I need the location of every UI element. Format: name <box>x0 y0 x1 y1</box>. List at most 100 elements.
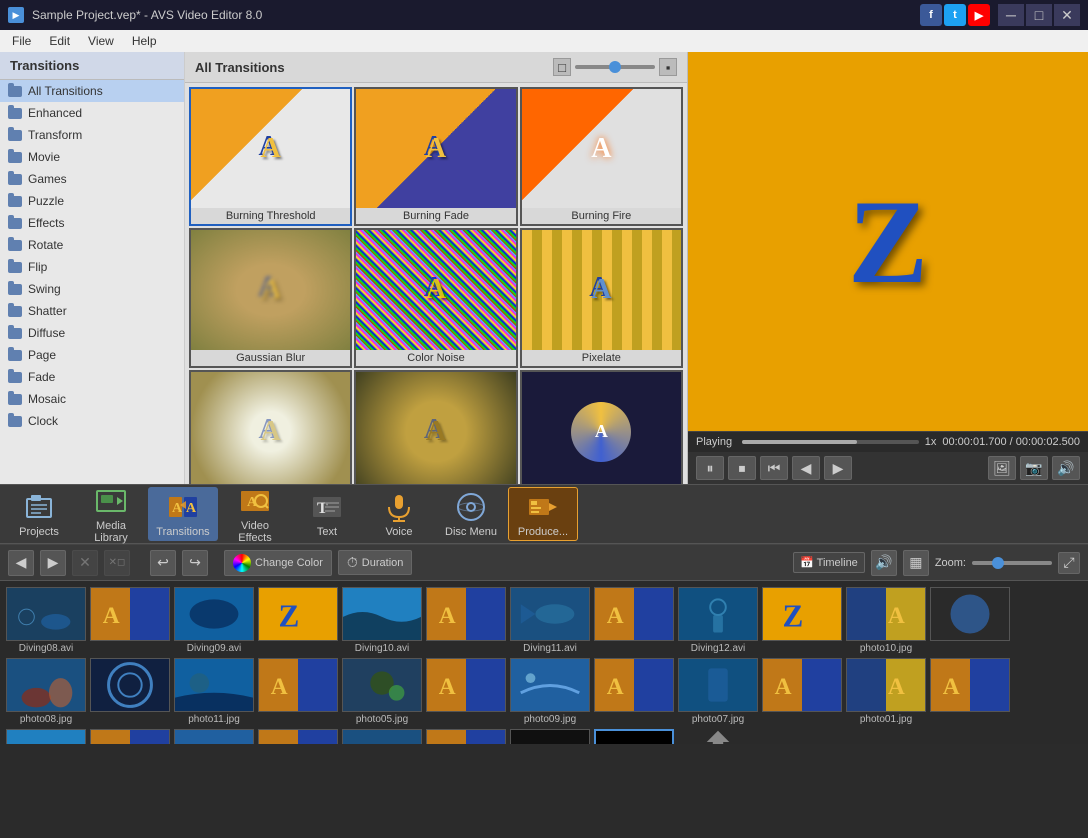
nav-flip[interactable]: Flip <box>0 256 184 278</box>
small-size-button[interactable]: □ <box>553 58 571 76</box>
tool-disc-menu[interactable]: Disc Menu <box>436 487 506 541</box>
volume-button[interactable]: 🔊 <box>1052 456 1080 480</box>
progress-slider[interactable] <box>742 440 919 444</box>
prev-frame-button[interactable]: ◀ <box>792 456 820 480</box>
nav-clock[interactable]: Clock <box>0 410 184 432</box>
camera-button[interactable]: 📷 <box>1020 456 1048 480</box>
large-size-button[interactable]: ▪ <box>659 58 677 76</box>
media-item-transition-8[interactable]: A <box>762 658 842 725</box>
media-item-photo06[interactable]: photo06.jpg <box>342 729 422 744</box>
grid-button[interactable]: ▦ <box>903 550 929 576</box>
nav-diffuse[interactable]: Diffuse <box>0 322 184 344</box>
media-item-photo11[interactable]: photo11.jpg <box>174 658 254 725</box>
nav-fade[interactable]: Fade <box>0 366 184 388</box>
nav-transform[interactable]: Transform <box>0 124 184 146</box>
nav-page[interactable]: Page <box>0 344 184 366</box>
media-item-diving09[interactable]: Diving09.avi <box>174 587 254 654</box>
transition-color-noise[interactable]: A Color Noise <box>354 228 517 367</box>
menu-file[interactable]: File <box>4 32 39 50</box>
size-slider[interactable] <box>575 65 655 69</box>
nav-shatter[interactable]: Shatter <box>0 300 184 322</box>
media-item-photo05[interactable]: photo05.jpg <box>342 658 422 725</box>
transition-flash-dark[interactable]: A Flash Dark <box>354 370 517 484</box>
media-item-transition-5[interactable]: A <box>258 658 338 725</box>
tool-projects[interactable]: Projects <box>4 487 74 541</box>
media-item-transition-1[interactable]: A <box>90 587 170 654</box>
pause-button[interactable]: ⏸ <box>696 456 724 480</box>
media-item-transition-11[interactable]: A <box>258 729 338 744</box>
menu-edit[interactable]: Edit <box>41 32 78 50</box>
screenshot-button[interactable]: 🖼 <box>988 456 1016 480</box>
nav-effects[interactable]: Effects <box>0 212 184 234</box>
media-item-selected-black[interactable]: (0, 0, 0) <box>594 729 674 744</box>
nav-all-transitions[interactable]: All Transitions <box>0 80 184 102</box>
tool-video-effects[interactable]: A Video Effects <box>220 487 290 541</box>
audio-button[interactable]: 🔊 <box>871 550 897 576</box>
nav-swing[interactable]: Swing <box>0 278 184 300</box>
transition-twirl-clockwise[interactable]: A Twirl Clockwise <box>520 370 683 484</box>
nav-movie[interactable]: Movie <box>0 146 184 168</box>
media-item-photo03[interactable]: photo03.jpg <box>6 729 86 744</box>
media-item-photo07[interactable]: photo07.jpg <box>678 658 758 725</box>
nav-mosaic[interactable]: Mosaic <box>0 388 184 410</box>
transition-burning-fire[interactable]: A Burning Fire <box>520 87 683 226</box>
media-item-transition-4[interactable] <box>930 587 1010 654</box>
youtube-icon[interactable]: ▶ <box>968 4 990 26</box>
media-item-diving08[interactable]: Diving08.avi <box>6 587 86 654</box>
media-item-diving11[interactable]: Diving11.avi <box>510 587 590 654</box>
tool-voice[interactable]: Voice <box>364 487 434 541</box>
transition-burning-fade[interactable]: A Burning Fade <box>354 87 517 226</box>
clear-button[interactable]: ✕◻ <box>104 550 130 576</box>
close-button[interactable]: ✕ <box>1054 4 1080 26</box>
menu-help[interactable]: Help <box>124 32 165 50</box>
media-item-photo01[interactable]: A photo01.jpg <box>846 658 926 725</box>
media-item-transition-9[interactable]: A <box>930 658 1010 725</box>
transition-pixelate[interactable]: A Pixelate <box>520 228 683 367</box>
nav-puzzle[interactable]: Puzzle <box>0 190 184 212</box>
tool-produce[interactable]: Produce... <box>508 487 578 541</box>
tool-media-library[interactable]: Media Library <box>76 487 146 541</box>
stop-button[interactable]: ⏹ <box>728 456 756 480</box>
media-item-photo10[interactable]: A photo10.jpg <box>846 587 926 654</box>
media-item-photo02[interactable]: photo02.jpg <box>510 729 590 744</box>
undo-button[interactable]: ↩ <box>150 550 176 576</box>
nav-rotate[interactable]: Rotate <box>0 234 184 256</box>
nav-enhanced[interactable]: Enhanced <box>0 102 184 124</box>
delete-button[interactable]: ✕ <box>72 550 98 576</box>
menu-view[interactable]: View <box>80 32 122 50</box>
media-item-photo08[interactable]: photo08.jpg <box>6 658 86 725</box>
tool-transitions[interactable]: A A Transitions <box>148 487 218 541</box>
transition-flash-light[interactable]: A Flash Light <box>189 370 352 484</box>
media-item-photo04[interactable]: photo04.jpg <box>174 729 254 744</box>
media-item-diving12[interactable]: Diving12.avi <box>678 587 758 654</box>
duration-button[interactable]: ⏱ Duration <box>338 550 413 575</box>
forward-button[interactable]: ▶ <box>40 550 66 576</box>
twitter-icon[interactable]: t <box>944 4 966 26</box>
media-item-transition-2[interactable]: A <box>426 587 506 654</box>
media-item-transition-circle[interactable] <box>90 658 170 725</box>
next-frame-button[interactable]: ▶ <box>824 456 852 480</box>
timeline-view-button[interactable]: 📅 Timeline <box>793 552 865 573</box>
change-color-button[interactable]: Change Color <box>224 550 332 576</box>
media-item-transition-z1[interactable]: Z <box>258 587 338 654</box>
minimize-button[interactable]: ─ <box>998 4 1024 26</box>
redo-button[interactable]: ↪ <box>182 550 208 576</box>
facebook-icon[interactable]: f <box>920 4 942 26</box>
media-item-photo09[interactable]: photo09.jpg <box>510 658 590 725</box>
media-item-transition-6[interactable]: A <box>426 658 506 725</box>
transition-burning-threshold[interactable]: A Burning Threshold <box>189 87 352 226</box>
maximize-button[interactable]: □ <box>1026 4 1052 26</box>
media-item-transition-z2[interactable]: Z <box>762 587 842 654</box>
media-item-transition-7[interactable]: A <box>594 658 674 725</box>
transition-gaussian-blur[interactable]: A Gaussian Blur <box>189 228 352 367</box>
media-item-transition-3[interactable]: A <box>594 587 674 654</box>
media-item-diving10[interactable]: Diving10.avi <box>342 587 422 654</box>
media-item-transition-12[interactable]: A <box>426 729 506 744</box>
media-item-transition-10[interactable]: A <box>90 729 170 744</box>
rewind-button[interactable]: ⏮ <box>760 456 788 480</box>
nav-games[interactable]: Games <box>0 168 184 190</box>
tool-text[interactable]: T Text <box>292 487 362 541</box>
back-button[interactable]: ◀ <box>8 550 34 576</box>
zoom-slider[interactable] <box>972 561 1052 565</box>
expand-button[interactable]: ⤢ <box>1058 552 1080 574</box>
